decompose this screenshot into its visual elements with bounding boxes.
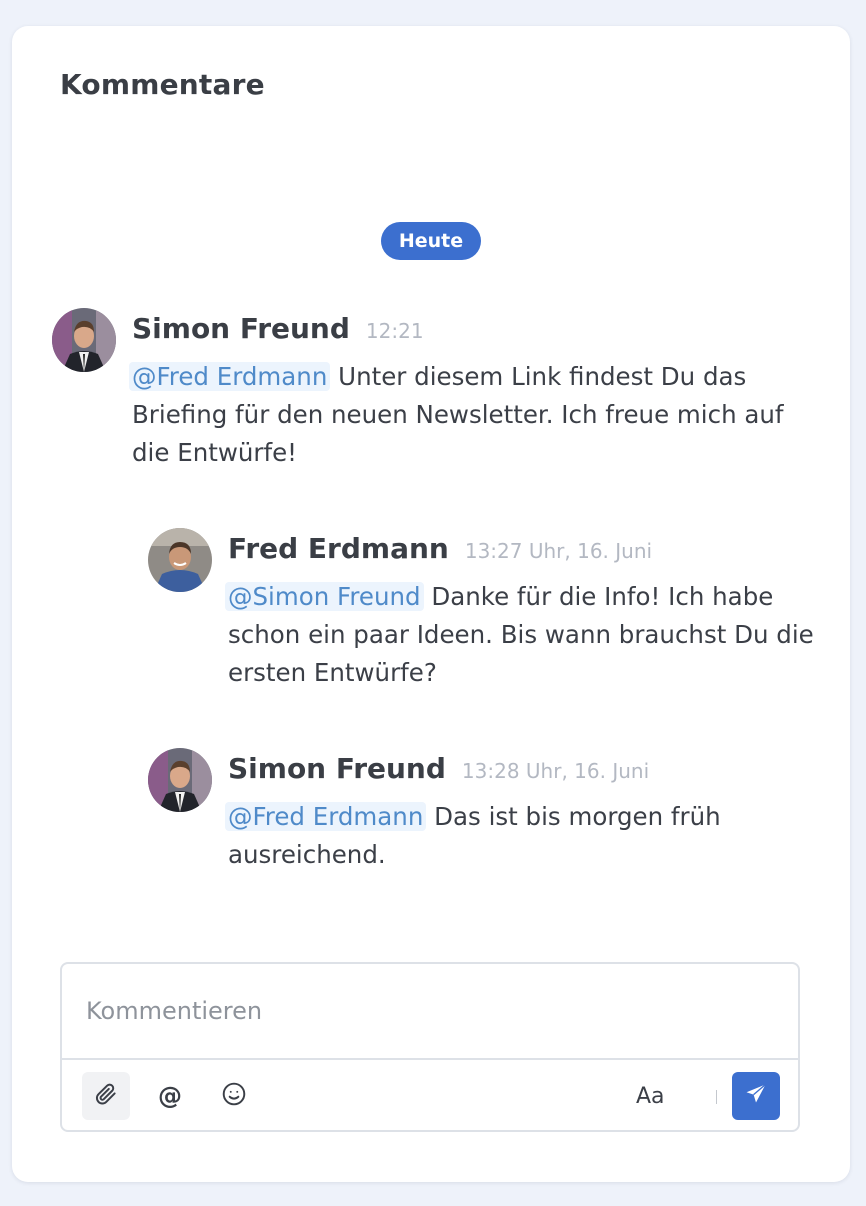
comment-author: Fred Erdmann [228,532,449,565]
avatar[interactable] [52,308,116,372]
comment-timestamp: 12:21 [365,319,424,343]
mention-tag[interactable]: @Simon Freund [225,582,424,611]
at-icon: @ [158,1082,182,1110]
comment-timestamp: 13:28 Uhr, 16. Juni [461,759,650,783]
mention-button[interactable]: @ [146,1072,194,1120]
mention-tag[interactable]: @Fred Erdmann [129,362,331,391]
comment-author: Simon Freund [228,752,446,785]
paperclip-icon [93,1081,119,1111]
smiley-icon [221,1081,247,1111]
emoji-button[interactable] [210,1072,258,1120]
attach-button[interactable] [82,1072,130,1120]
toolbar-separator [716,1090,717,1104]
comment-text: @Simon Freund Danke für die Info! Ich ha… [225,578,822,692]
avatar[interactable] [148,748,212,812]
comment-composer: @ Aa [60,962,800,1132]
comment-timestamp: 13:27 Uhr, 16. Juni [464,539,653,563]
panel-title: Kommentare [60,68,265,101]
composer-divider [62,1058,798,1060]
send-button[interactable] [732,1072,780,1120]
comment-input[interactable] [62,964,798,1058]
date-separator-badge: Heute [381,222,481,260]
text-format-button[interactable]: Aa [636,1072,665,1120]
mention-tag[interactable]: @Fred Erdmann [225,802,427,831]
comment-author: Simon Freund [132,312,350,345]
comments-panel: Kommentare Heute Simon Freund 12:21 @Fre… [12,26,850,1182]
avatar[interactable] [148,528,212,592]
comment-text: @Fred Erdmann Unter diesem Link findest … [129,358,822,472]
comment-text: @Fred Erdmann Das ist bis morgen früh au… [225,798,822,874]
paper-plane-icon [744,1082,768,1110]
